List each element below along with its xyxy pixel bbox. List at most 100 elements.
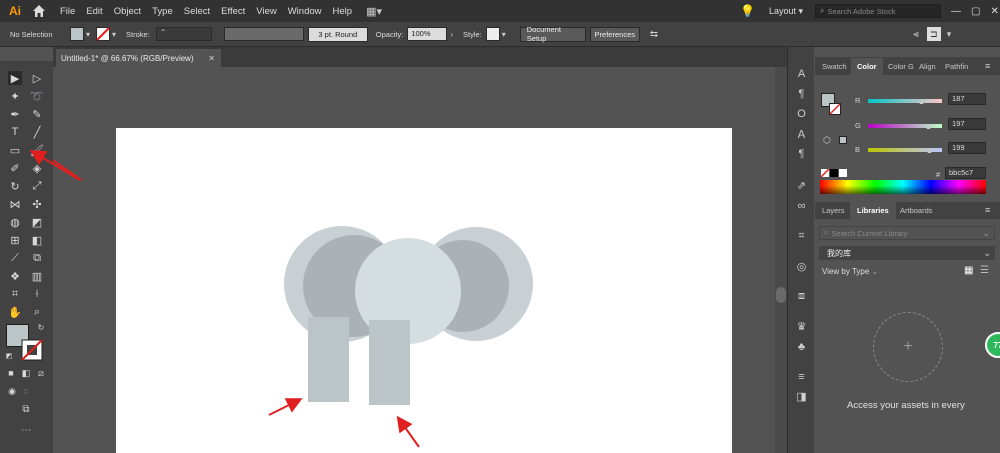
tab-libraries[interactable]: Libraries: [850, 202, 896, 219]
eyedropper-tool-icon[interactable]: ⟋: [8, 251, 22, 265]
vertical-scrollbar[interactable]: [775, 67, 787, 453]
tab-pathfinder[interactable]: Pathfin: [945, 62, 968, 71]
arrange-documents-icon[interactable]: ▦▾: [366, 5, 382, 18]
panel-menu-icon[interactable]: ≡: [985, 61, 990, 71]
stroke-color-box[interactable]: [21, 339, 43, 361]
stroke-weight-input[interactable]: ⌃: [155, 27, 212, 41]
lasso-tool-icon[interactable]: ➰: [30, 89, 44, 103]
panel-menu-icon[interactable]: ▾: [947, 29, 952, 40]
web-safe-swatch[interactable]: [839, 136, 847, 144]
menu-file[interactable]: File: [60, 6, 75, 17]
color-stroke-box[interactable]: [829, 103, 841, 115]
stroke-swatch[interactable]: [96, 27, 111, 41]
stock-search[interactable]: ⌕ Search Adobe Stock: [815, 4, 941, 18]
g-value-input[interactable]: 197: [948, 118, 986, 130]
none-mode-icon[interactable]: ⧄: [34, 366, 48, 380]
list-view-icon[interactable]: ☰: [980, 265, 989, 276]
paragraph-panel-icon[interactable]: ¶: [795, 87, 808, 100]
glyphs-panel-icon[interactable]: Ａ: [795, 127, 808, 141]
zoom-tool-icon[interactable]: ⌕: [30, 305, 44, 319]
align-icon[interactable]: ⫷: [913, 29, 919, 40]
library-selector[interactable]: 我的库 ⌄: [819, 246, 995, 260]
tab-color[interactable]: Color: [851, 58, 883, 75]
gradient-mode-icon[interactable]: ◧: [19, 366, 33, 380]
search-dropdown-icon[interactable]: ⌄: [982, 228, 990, 239]
close-tab-icon[interactable]: ✕: [208, 54, 215, 63]
menu-type[interactable]: Type: [152, 6, 173, 17]
lightbulb-icon[interactable]: 💡: [740, 4, 755, 18]
b-value-input[interactable]: 199: [948, 142, 986, 154]
brush-definition[interactable]: 3 pt. Round: [307, 26, 368, 42]
graphic-style-swatch[interactable]: [485, 27, 500, 41]
g-slider-handle[interactable]: ▲: [925, 124, 932, 131]
fill-swatch[interactable]: [70, 27, 84, 41]
variable-width-profile[interactable]: [223, 27, 304, 41]
column-graph-tool-icon[interactable]: ▥: [30, 269, 44, 283]
minimize-button[interactable]: —: [951, 6, 961, 17]
draw-mode-icon[interactable]: ◉: [5, 384, 19, 398]
color-mode-icon[interactable]: ■: [4, 366, 18, 380]
hex-input[interactable]: bbc5c7: [945, 167, 986, 179]
tab-swatches[interactable]: Swatch: [822, 62, 847, 71]
transform-panel-icon[interactable]: ⌗: [795, 230, 808, 243]
blend-tool-icon[interactable]: ⧉: [30, 251, 44, 265]
brushes-panel-icon[interactable]: ♣: [795, 340, 808, 353]
gradient-tool-icon[interactable]: ◧: [30, 233, 44, 247]
selection-tool-icon[interactable]: ▶: [8, 71, 22, 85]
canvas-area[interactable]: [53, 67, 775, 453]
magic-wand-tool-icon[interactable]: ✦: [8, 89, 22, 103]
character-styles-icon[interactable]: ¶: [795, 147, 808, 160]
shape-builder-tool-icon[interactable]: ◍: [8, 215, 22, 229]
select-similar-icon[interactable]: ⇆: [650, 29, 658, 40]
style-dropdown[interactable]: ▾: [502, 30, 506, 39]
export-panel-icon[interactable]: ⇗: [795, 179, 808, 192]
opacity-input[interactable]: 100%: [407, 27, 448, 41]
appearance-panel-icon[interactable]: ◎: [795, 260, 808, 273]
none-swatch[interactable]: [821, 169, 829, 177]
hand-tool-icon[interactable]: ✋: [8, 305, 22, 319]
width-tool-icon[interactable]: ⋈: [8, 197, 22, 211]
draw-behind-icon[interactable]: ◌: [19, 384, 33, 398]
tab-layers[interactable]: Layers: [822, 206, 845, 215]
artboard-tool-icon[interactable]: ⌗: [8, 287, 22, 301]
library-search-input[interactable]: ⌕ Search Current Library ⌄: [819, 226, 995, 240]
libraries-panel-menu-icon[interactable]: ≡: [985, 205, 990, 215]
slice-tool-icon[interactable]: ⟊: [30, 287, 44, 301]
tab-color-guide[interactable]: Color G: [888, 62, 914, 71]
stroke-panel-icon[interactable]: ≡: [795, 370, 808, 383]
color-spectrum[interactable]: [820, 180, 986, 194]
opentype-panel-icon[interactable]: O: [795, 107, 808, 120]
menu-view[interactable]: View: [256, 6, 276, 17]
maximize-button[interactable]: ▢: [971, 6, 980, 17]
white-swatch[interactable]: [839, 169, 847, 177]
menu-object[interactable]: Object: [114, 6, 141, 17]
character-panel-icon[interactable]: A: [795, 67, 808, 80]
swap-fill-stroke-icon[interactable]: ↻: [34, 320, 48, 334]
black-swatch[interactable]: [830, 169, 838, 177]
fill-dropdown[interactable]: ▾: [86, 30, 90, 39]
preferences-button[interactable]: Preferences: [589, 26, 640, 42]
symbol-sprayer-tool-icon[interactable]: ❖: [8, 269, 22, 283]
r-value-input[interactable]: 187: [948, 93, 986, 105]
r-slider-handle[interactable]: ▲: [918, 99, 925, 106]
home-icon[interactable]: [31, 3, 47, 19]
pen-tool-icon[interactable]: ✒: [8, 107, 22, 121]
symbols-panel-icon[interactable]: ♛: [795, 320, 808, 333]
grid-view-icon[interactable]: ▦: [964, 265, 973, 276]
isolate-icon[interactable]: ⊐: [926, 27, 941, 41]
menu-effect[interactable]: Effect: [221, 6, 245, 17]
direct-selection-tool-icon[interactable]: ▷: [30, 71, 44, 85]
b-slider-handle[interactable]: ▲: [926, 148, 933, 155]
document-tab[interactable]: Untitled-1* @ 66.67% (RGB/Preview) ✕: [56, 49, 221, 67]
gradient-panel-icon[interactable]: ◨: [795, 390, 808, 403]
perspective-grid-tool-icon[interactable]: ⊞: [8, 233, 22, 247]
curvature-tool-icon[interactable]: ✎: [30, 107, 44, 121]
graphic-styles-icon[interactable]: ⧈: [795, 290, 808, 303]
add-asset-circle[interactable]: +: [873, 312, 943, 382]
screen-mode-icon[interactable]: ⧉: [19, 402, 33, 416]
opacity-expand-icon[interactable]: ›: [450, 30, 453, 39]
menu-window[interactable]: Window: [288, 6, 322, 17]
out-of-gamut-icon[interactable]: ⬡: [823, 135, 831, 146]
workspace-switcher[interactable]: Layout ▾: [769, 6, 803, 17]
scrollbar-thumb[interactable]: [776, 287, 786, 303]
